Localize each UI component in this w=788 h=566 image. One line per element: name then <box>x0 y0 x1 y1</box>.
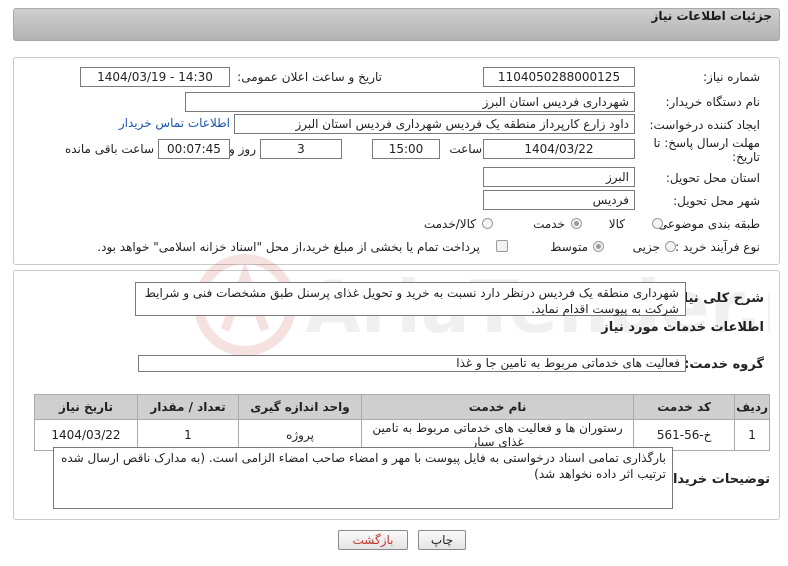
back-button[interactable]: بازگشت <box>338 530 408 550</box>
category-label: طبقه بندی موضوعی: <box>653 217 760 231</box>
category-radio-goods[interactable] <box>652 218 663 229</box>
category-option-service: خدمت <box>533 217 565 231</box>
services-section-title: اطلاعات خدمات مورد نیاز <box>601 320 764 335</box>
province-field: البرز <box>483 167 635 187</box>
deadline-time-field: 15:00 <box>372 139 440 159</box>
services-table: ردیف کد خدمت نام خدمت واحد اندازه گیری ت… <box>34 394 770 451</box>
category-option-goods: کالا <box>608 217 625 231</box>
deadline-date-field: 1404/03/22 <box>483 139 635 159</box>
treasury-note: پرداخت تمام یا بخشی از مبلغ خرید،از محل … <box>97 240 480 254</box>
purchase-radio-minor[interactable] <box>665 241 676 252</box>
requester-label: ایجاد کننده درخواست: <box>649 118 760 132</box>
buyer-org-field: شهرداری فردیس استان البرز <box>185 92 635 112</box>
announce-datetime-field: 1404/03/19 - 14:30 <box>80 67 230 87</box>
treasury-checkbox[interactable] <box>496 240 508 252</box>
city-field: فردیس <box>483 190 635 210</box>
cell-date: 1404/03/22 <box>34 419 138 451</box>
col-date: تاریخ نیاز <box>34 394 138 420</box>
need-number-label: شماره نیاز: <box>703 70 760 84</box>
col-name: نام خدمت <box>360 394 635 420</box>
page-title: جزئیات اطلاعات نیاز <box>651 9 772 23</box>
deadline-days-field: 3 <box>260 139 342 159</box>
cell-unit: پروژه <box>238 419 362 451</box>
category-option-goods-service: کالا/خدمت <box>423 217 476 231</box>
deadline-label-line1: مهلت ارسال پاسخ: تا <box>653 136 760 150</box>
cell-name: رستوران ها و فعالیت های خدماتی مربوط به … <box>360 419 635 451</box>
purchase-type-label: نوع فرآیند خرید : <box>675 240 760 254</box>
buyer-notes-textarea: بارگذاری تمامی اسناد درخواستی به فایل پی… <box>53 447 673 509</box>
purchase-option-medium: متوسط <box>550 240 588 254</box>
purchase-radio-medium[interactable] <box>593 241 604 252</box>
buyer-notes-label: توضیحات خریدار: <box>660 472 770 487</box>
deadline-label-line2: تاریخ: <box>732 150 760 164</box>
col-index: ردیف <box>734 394 770 420</box>
cell-qty: 1 <box>137 419 239 451</box>
summary-textarea: شهرداری منطقه یک فردیس درنظر دارد نسبت ب… <box>135 282 686 316</box>
deadline-days-label: روز و <box>229 142 256 156</box>
service-group-label: گروه خدمت: <box>684 357 764 372</box>
service-group-field: فعالیت های خدماتی مربوط به تامین جا و غذ… <box>138 355 686 372</box>
col-qty: تعداد / مقدار <box>137 394 239 420</box>
table-header-row: ردیف کد خدمت نام خدمت واحد اندازه گیری ت… <box>34 394 770 420</box>
deadline-time-label: ساعت <box>449 142 482 156</box>
city-label: شهر محل تحویل: <box>673 194 760 208</box>
print-button[interactable]: چاپ <box>418 530 466 550</box>
announce-datetime-label: تاریخ و ساعت اعلان عمومی: <box>237 70 382 84</box>
province-label: استان محل تحویل: <box>665 171 760 185</box>
purchase-option-minor: جزیی <box>632 240 660 254</box>
col-code: کد خدمت <box>633 394 736 420</box>
cell-code: خ-56-561 <box>633 419 736 451</box>
need-number-field: 1104050288000125 <box>483 67 635 87</box>
cell-index: 1 <box>734 419 770 451</box>
buyer-contact-link[interactable]: اطلاعات تماس خریدار <box>119 116 230 130</box>
remaining-time-field: 00:07:45 <box>158 139 230 159</box>
remaining-time-label: ساعت باقی مانده <box>64 142 154 156</box>
col-unit: واحد اندازه گیری <box>238 394 362 420</box>
requester-field: داود زارع کارپرداز منطقه یک فردیس شهردار… <box>234 114 635 134</box>
category-radio-service[interactable] <box>571 218 582 229</box>
category-radio-goods-service[interactable] <box>482 218 493 229</box>
buyer-org-label: نام دستگاه خریدار: <box>665 95 761 109</box>
info-panel <box>13 57 780 265</box>
table-row: 1 خ-56-561 رستوران ها و فعالیت های خدمات… <box>34 419 770 451</box>
